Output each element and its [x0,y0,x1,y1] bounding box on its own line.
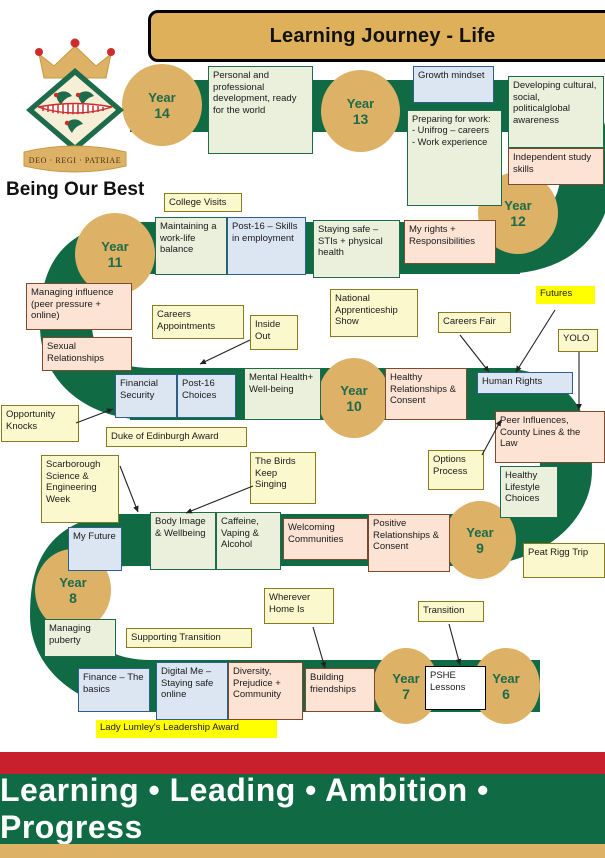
topic-preparing-for-work[interactable]: Preparing for work: - Unifrog – careers … [407,110,502,206]
topic-mental-health-wellbeing[interactable]: Mental Health+ Well-being [244,368,321,420]
topic-building-friendships[interactable]: Building friendships [305,668,375,712]
topic-caffeine-vaping-alcohol[interactable]: Caffeine, Vaping & Alcohol [216,512,281,570]
enrichment-lady-lumley-leadership-award[interactable]: Lady Lumley's Leadership Award [96,720,277,738]
year-9-word: Year [466,524,494,540]
enrichment-national-apprenticeship-show[interactable]: National Apprenticeship Show [330,289,418,337]
year-12-number: 12 [510,212,526,229]
topic-managing-influence[interactable]: Managing influence (peer pressure + onli… [26,283,132,330]
year-11-word: Year [101,238,129,254]
year-7-word: Year [392,670,420,686]
topic-staying-safe[interactable]: Staying safe – STIs + physical health [313,220,400,278]
year-14-number: 14 [154,104,170,121]
page-title-banner: Learning Journey - Life [148,10,605,62]
topic-my-rights-responsibilities[interactable]: My rights + Responsibilities [404,220,496,264]
topic-personal-professional[interactable]: Personal and professional development, r… [208,66,313,154]
topic-post16-skills-employment[interactable]: Post-16 – Skills in employment [227,217,306,275]
year-circle-13[interactable]: Year 13 [321,70,400,152]
footer-strapline-bar: Learning • Leading • Ambition • Progress [0,772,605,845]
year-13-word: Year [346,95,375,111]
year-11-number: 11 [107,253,123,270]
learning-journey-poster: Year 14 Year 13 Year 12 Year 11 Year 10 … [0,0,605,858]
enrichment-wherever-home-is[interactable]: Wherever Home Is [264,588,334,624]
enrichment-college-visits[interactable]: College Visits [164,193,242,212]
topic-independent-study-skills[interactable]: Independent study skills [508,148,604,185]
topic-managing-puberty[interactable]: Managing puberty [44,619,116,657]
enrichment-transition[interactable]: Transition [418,601,484,622]
topic-finance-the-basics[interactable]: Finance – The basics [78,668,150,712]
enrichment-inside-out[interactable]: Inside Out [250,315,298,350]
page-title: Learning Journey - Life [269,24,496,47]
topic-peer-influences-county-lines[interactable]: Peer Influences, County Lines & the Law [495,411,605,463]
enrichment-careers-fair[interactable]: Careers Fair [438,312,511,333]
footer-strapline: Learning • Leading • Ambition • Progress [0,772,489,845]
enrichment-peat-rigg-trip[interactable]: Peat Rigg Trip [523,543,605,578]
topic-post16-choices[interactable]: Post-16 Choices [177,374,236,418]
enrichment-scarborough-science-week[interactable]: Scarborough Science & Engineering Week [41,455,119,523]
enrichment-yolo[interactable]: YOLO [558,329,598,352]
topic-my-future[interactable]: My Future [68,527,122,571]
crest-scroll-text: DEO · REGI · PATRIAE [29,156,122,165]
topic-sexual-relationships[interactable]: Sexual Relationships [42,337,132,371]
topic-growth-mindset[interactable]: Growth mindset [413,66,494,103]
topic-human-rights[interactable]: Human Rights [477,372,573,394]
footer-red-bar [0,752,605,774]
year-7-number: 7 [402,685,410,702]
school-crest: DEO · REGI · PATRIAE [23,38,127,173]
year-12-word: Year [504,197,532,213]
year-14-word: Year [148,89,176,105]
year-10-number: 10 [346,397,362,414]
year-13-number: 13 [352,110,369,127]
topic-digital-me-staying-safe-online[interactable]: Digital Me – Staying safe online [156,662,228,720]
enrichment-options-process[interactable]: Options Process [428,450,484,490]
year-6-number: 6 [502,685,510,702]
year-8-number: 8 [69,589,77,606]
footer-gold-bar [0,844,605,858]
year-6-word: Year [492,670,520,686]
topic-body-image-wellbeing[interactable]: Body Image & Wellbeing [150,512,216,570]
year-9-number: 9 [476,539,484,556]
enrichment-futures[interactable]: Futures [536,286,595,304]
topic-positive-relationships-consent[interactable]: Positive Relationships & Consent [368,514,450,572]
topic-welcoming-communities[interactable]: Welcoming Communities [283,518,368,560]
topic-pshe-lessons[interactable]: PSHE Lessons [425,666,486,710]
topic-diversity-prejudice-community[interactable]: Diversity, Prejudice + Community [228,662,303,720]
year-circle-10[interactable]: Year 10 [318,358,390,438]
year-10-word: Year [340,382,368,398]
topic-developing-cultural-awareness[interactable]: Developing cultural, social, politicalgl… [508,76,604,148]
enrichment-careers-appointments[interactable]: Careers Appointments [152,305,244,339]
enrichment-duke-of-edinburgh-award[interactable]: Duke of Edinburgh Award [106,427,247,447]
topic-healthy-relationships-consent[interactable]: Healthy Relationships & Consent [385,368,467,420]
year-8-word: Year [59,574,87,590]
enrichment-birds-keep-singing[interactable]: The Birds Keep Singing [250,452,316,504]
enrichment-supporting-transition[interactable]: Supporting Transition [126,628,252,648]
school-motto: Being Our Best [6,179,145,200]
topic-financial-security[interactable]: Financial Security [115,374,177,418]
topic-healthy-lifestyle-choices[interactable]: Healthy Lifestyle Choices [500,466,558,518]
enrichment-opportunity-knocks[interactable]: Opportunity Knocks [1,405,79,442]
topic-maintaining-work-life-balance[interactable]: Maintaining a work-life balance [155,217,227,275]
